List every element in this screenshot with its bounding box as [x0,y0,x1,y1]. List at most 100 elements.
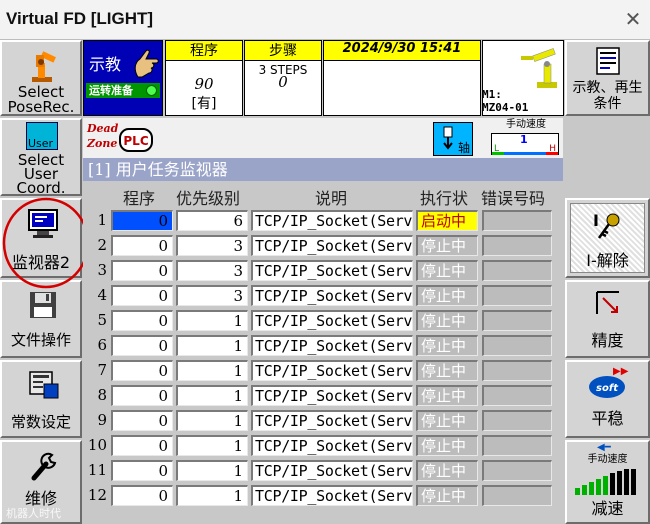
manual-speed-label: 手动速度 [506,119,546,130]
exec-state-field[interactable]: 停止中 [416,285,478,306]
task-row[interactable]: 7 0 1 TCP/IP_Socket(Serv 停止中 [83,358,563,383]
program-field[interactable]: 0 [111,335,173,356]
axis-mode-button[interactable]: 轴 [433,122,473,156]
error-code-field[interactable] [482,235,552,256]
error-code-field[interactable] [482,285,552,306]
teach-mode-panel[interactable]: 示教 运转准备 [83,40,163,116]
exec-state-field[interactable]: 停止中 [416,260,478,281]
description-field[interactable]: TCP/IP_Socket(Serv [251,435,413,456]
program-field[interactable]: 0 [111,235,173,256]
exec-state-field[interactable]: 停止中 [416,360,478,381]
error-code-field[interactable] [482,460,552,481]
exec-state-field[interactable]: 停止中 [416,310,478,331]
program-field[interactable]: 0 [111,310,173,331]
priority-field[interactable]: 3 [176,260,248,281]
priority-field[interactable]: 1 [176,460,248,481]
error-code-field[interactable] [482,485,552,506]
row-number: 11 [87,461,107,479]
priority-field[interactable]: 1 [176,310,248,331]
dead-zone-indicator[interactable]: Dead Zone [87,122,121,154]
task-row[interactable]: 1 0 6 TCP/IP_Socket(Serv 启动中 [83,208,563,233]
priority-field[interactable]: 1 [176,385,248,406]
task-row[interactable]: 5 0 1 TCP/IP_Socket(Serv 停止中 [83,308,563,333]
priority-field[interactable]: 3 [176,235,248,256]
slowdown-label: 减速 [591,499,624,518]
speed-value: 1 [520,133,528,146]
priority-field[interactable]: 1 [176,360,248,381]
description-field[interactable]: TCP/IP_Socket(Serv [251,385,413,406]
description-field[interactable]: TCP/IP_Socket(Serv [251,460,413,481]
program-field[interactable]: 0 [111,435,173,456]
ready-indicator: 运转准备 [86,83,160,98]
error-code-field[interactable] [482,335,552,356]
description-field[interactable]: TCP/IP_Socket(Serv [251,260,413,281]
program-field[interactable]: 0 [111,385,173,406]
exec-state-field[interactable]: 停止中 [416,335,478,356]
error-code-field[interactable] [482,385,552,406]
select-user-coord-button[interactable]: User Select User Coord. [0,118,82,197]
row-number: 6 [97,336,107,354]
program-field[interactable]: 0 [111,485,173,506]
precision-button[interactable]: 精度 [565,280,650,358]
manual-speed-down-button[interactable]: ◀━ 手动速度 减速 [565,440,650,524]
program-field[interactable]: 0 [111,210,173,231]
description-field[interactable]: TCP/IP_Socket(Serv [251,285,413,306]
row-number: 1 [97,211,107,229]
priority-field[interactable]: 1 [176,410,248,431]
manual-speed-indicator[interactable]: 手动速度 L 1 H [489,118,563,158]
task-row[interactable]: 11 0 1 TCP/IP_Socket(Serv 停止中 [83,458,563,483]
description-field[interactable]: TCP/IP_Socket(Serv [251,485,413,506]
exec-state-field[interactable]: 停止中 [416,485,478,506]
step-number: 0 [278,73,288,91]
priority-field[interactable]: 6 [176,210,248,231]
plc-icon[interactable]: PLC [119,128,153,152]
error-code-field[interactable] [482,435,552,456]
program-field[interactable]: 0 [111,285,173,306]
step-cell[interactable]: 步骤 3 STEPS 0 [244,40,322,116]
task-row[interactable]: 4 0 3 TCP/IP_Socket(Serv 停止中 [83,283,563,308]
program-field[interactable]: 0 [111,360,173,381]
exec-state-field[interactable]: 启动中 [416,210,478,231]
error-code-field[interactable] [482,360,552,381]
description-field[interactable]: TCP/IP_Socket(Serv [251,335,413,356]
task-row[interactable]: 2 0 3 TCP/IP_Socket(Serv 停止中 [83,233,563,258]
error-code-field[interactable] [482,410,552,431]
row-number: 4 [97,286,107,304]
title-bar: Virtual FD [LIGHT] ✕ [0,0,650,40]
row-number: 3 [97,261,107,279]
task-row[interactable]: 10 0 1 TCP/IP_Socket(Serv 停止中 [83,433,563,458]
priority-field[interactable]: 3 [176,285,248,306]
teach-replay-condition-button[interactable]: 示教、再生 条件 [565,40,650,116]
priority-field[interactable]: 1 [176,485,248,506]
task-row[interactable]: 6 0 1 TCP/IP_Socket(Serv 停止中 [83,333,563,358]
task-row[interactable]: 12 0 1 TCP/IP_Socket(Serv 停止中 [83,483,563,508]
error-code-field[interactable] [482,210,552,231]
constant-setting-button[interactable]: 常数设定 [0,360,82,438]
exec-state-field[interactable]: 停止中 [416,410,478,431]
close-icon[interactable]: ✕ [622,8,644,30]
program-field[interactable]: 0 [111,460,173,481]
interlock-release-button[interactable]: I I-解除 [565,198,650,278]
exec-state-field[interactable]: 停止中 [416,235,478,256]
description-field[interactable]: TCP/IP_Socket(Serv [251,360,413,381]
smooth-button[interactable]: soft ▶▶ 平稳 [565,360,650,438]
manual-speed-label: 手动速度 [587,454,628,465]
program-field[interactable]: 0 [111,410,173,431]
priority-field[interactable]: 1 [176,435,248,456]
select-poserec-button[interactable]: Select PoseRec. [0,40,82,116]
description-field[interactable]: TCP/IP_Socket(Serv [251,210,413,231]
program-field[interactable]: 0 [111,260,173,281]
exec-state-field[interactable]: 停止中 [416,385,478,406]
exec-state-field[interactable]: 停止中 [416,435,478,456]
exec-state-field[interactable]: 停止中 [416,460,478,481]
priority-field[interactable]: 1 [176,335,248,356]
program-cell[interactable]: 程序 90 [有] [165,40,243,116]
error-code-field[interactable] [482,310,552,331]
error-code-field[interactable] [482,260,552,281]
task-row[interactable]: 9 0 1 TCP/IP_Socket(Serv 停止中 [83,408,563,433]
task-row[interactable]: 8 0 1 TCP/IP_Socket(Serv 停止中 [83,383,563,408]
description-field[interactable]: TCP/IP_Socket(Serv [251,410,413,431]
description-field[interactable]: TCP/IP_Socket(Serv [251,310,413,331]
description-field[interactable]: TCP/IP_Socket(Serv [251,235,413,256]
task-row[interactable]: 3 0 3 TCP/IP_Socket(Serv 停止中 [83,258,563,283]
